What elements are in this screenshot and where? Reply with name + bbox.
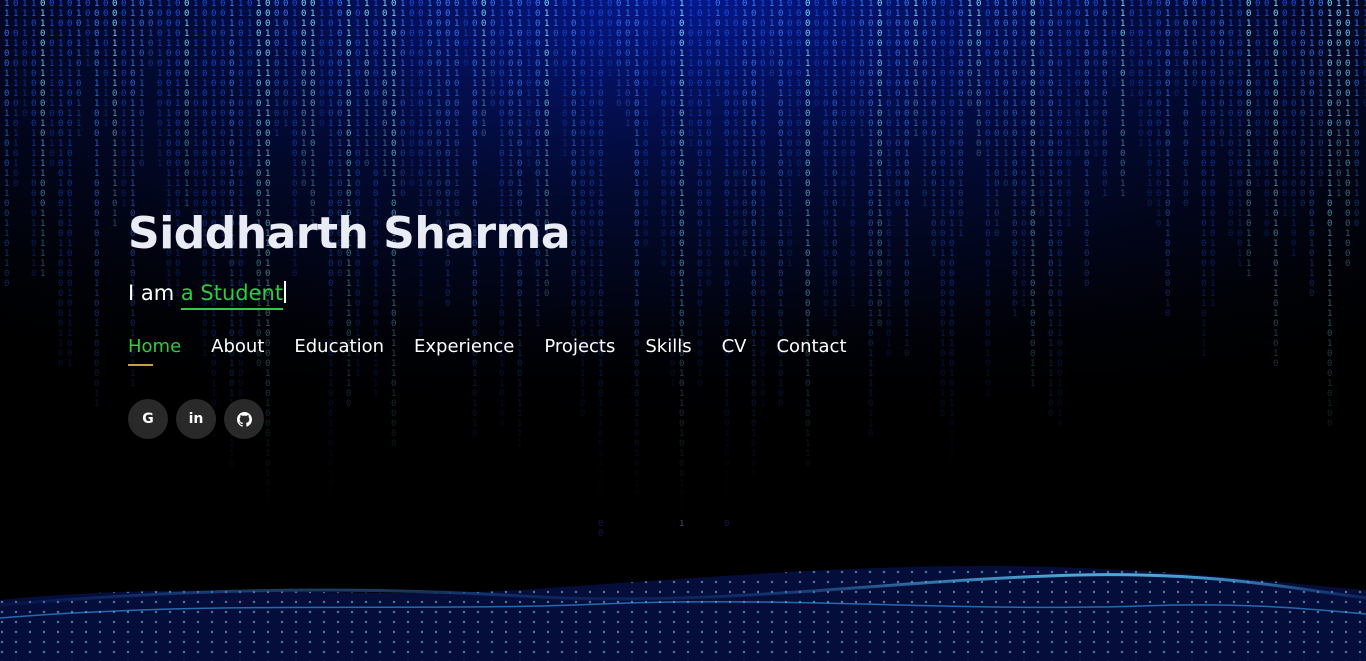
svg-text:0: 0 (724, 519, 729, 529)
nav-item-home[interactable]: Home (128, 335, 181, 366)
google-icon: G (142, 411, 154, 427)
nav-item-skills[interactable]: Skills (645, 335, 691, 365)
github-icon (236, 411, 252, 427)
nav-item-projects[interactable]: Projects (544, 335, 615, 365)
svg-text:0: 0 (598, 519, 603, 529)
social-links: G in (128, 399, 877, 439)
hero-name: Siddharth Sharma (128, 205, 877, 263)
linkedin-icon: in (189, 411, 204, 427)
tagline-typed-text: a Student (180, 281, 284, 310)
typing-cursor (284, 281, 287, 303)
svg-text:0: 0 (598, 529, 603, 539)
nav-item-experience[interactable]: Experience (414, 335, 514, 365)
main-nav: Home About Education Experience Projects… (128, 335, 877, 366)
page: 1110100110011101011100110110001101101110… (0, 0, 1366, 661)
hero-tagline: I am a Student (128, 279, 877, 310)
nav-item-education[interactable]: Education (294, 335, 384, 365)
nav-item-contact[interactable]: Contact (776, 335, 846, 365)
linkedin-link-button[interactable]: in (176, 399, 216, 439)
hero-section: Siddharth Sharma I am a Student Home Abo… (128, 205, 877, 439)
svg-text:1: 1 (679, 519, 684, 529)
github-link-button[interactable] (224, 399, 264, 439)
google-link-button[interactable]: G (128, 399, 168, 439)
tagline-prefix: I am (128, 281, 181, 305)
nav-item-cv[interactable]: CV (722, 335, 747, 365)
nav-item-about[interactable]: About (211, 335, 264, 365)
